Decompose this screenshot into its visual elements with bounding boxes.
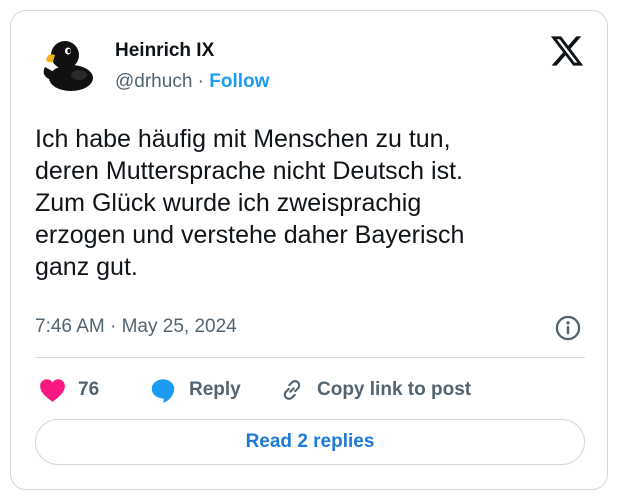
like-count: 76: [78, 379, 100, 400]
speech-bubble-icon: [151, 378, 175, 403]
reply-label: Reply: [189, 379, 241, 400]
copy-link-button[interactable]: Copy link to post: [279, 375, 471, 405]
divider: [35, 357, 585, 358]
follow-button[interactable]: Follow: [209, 71, 269, 92]
tweet-card: Heinrich IX @drhuch · Follow Ich habe hä…: [10, 10, 608, 490]
reply-button[interactable]: Reply: [149, 375, 241, 405]
read-replies-button[interactable]: Read 2 replies: [35, 419, 585, 465]
tweet-timestamp[interactable]: 7:46 AM · May 25, 2024: [35, 316, 237, 338]
info-icon[interactable]: [554, 314, 582, 342]
link-icon: [283, 380, 301, 400]
author-handle-row: @drhuch · Follow: [115, 71, 269, 93]
copy-link-label: Copy link to post: [317, 379, 472, 400]
heart-icon: [40, 378, 65, 402]
handle-separator: ·: [197, 71, 204, 92]
author-handle[interactable]: @drhuch: [115, 71, 192, 92]
author-name[interactable]: Heinrich IX: [115, 40, 214, 62]
x-logo-icon[interactable]: [549, 33, 585, 69]
like-button[interactable]: 76: [39, 375, 99, 405]
tweet-text: Ich habe häufig mit Menschen zu tun, der…: [35, 125, 465, 281]
rubber-duck-icon[interactable]: [39, 31, 103, 95]
